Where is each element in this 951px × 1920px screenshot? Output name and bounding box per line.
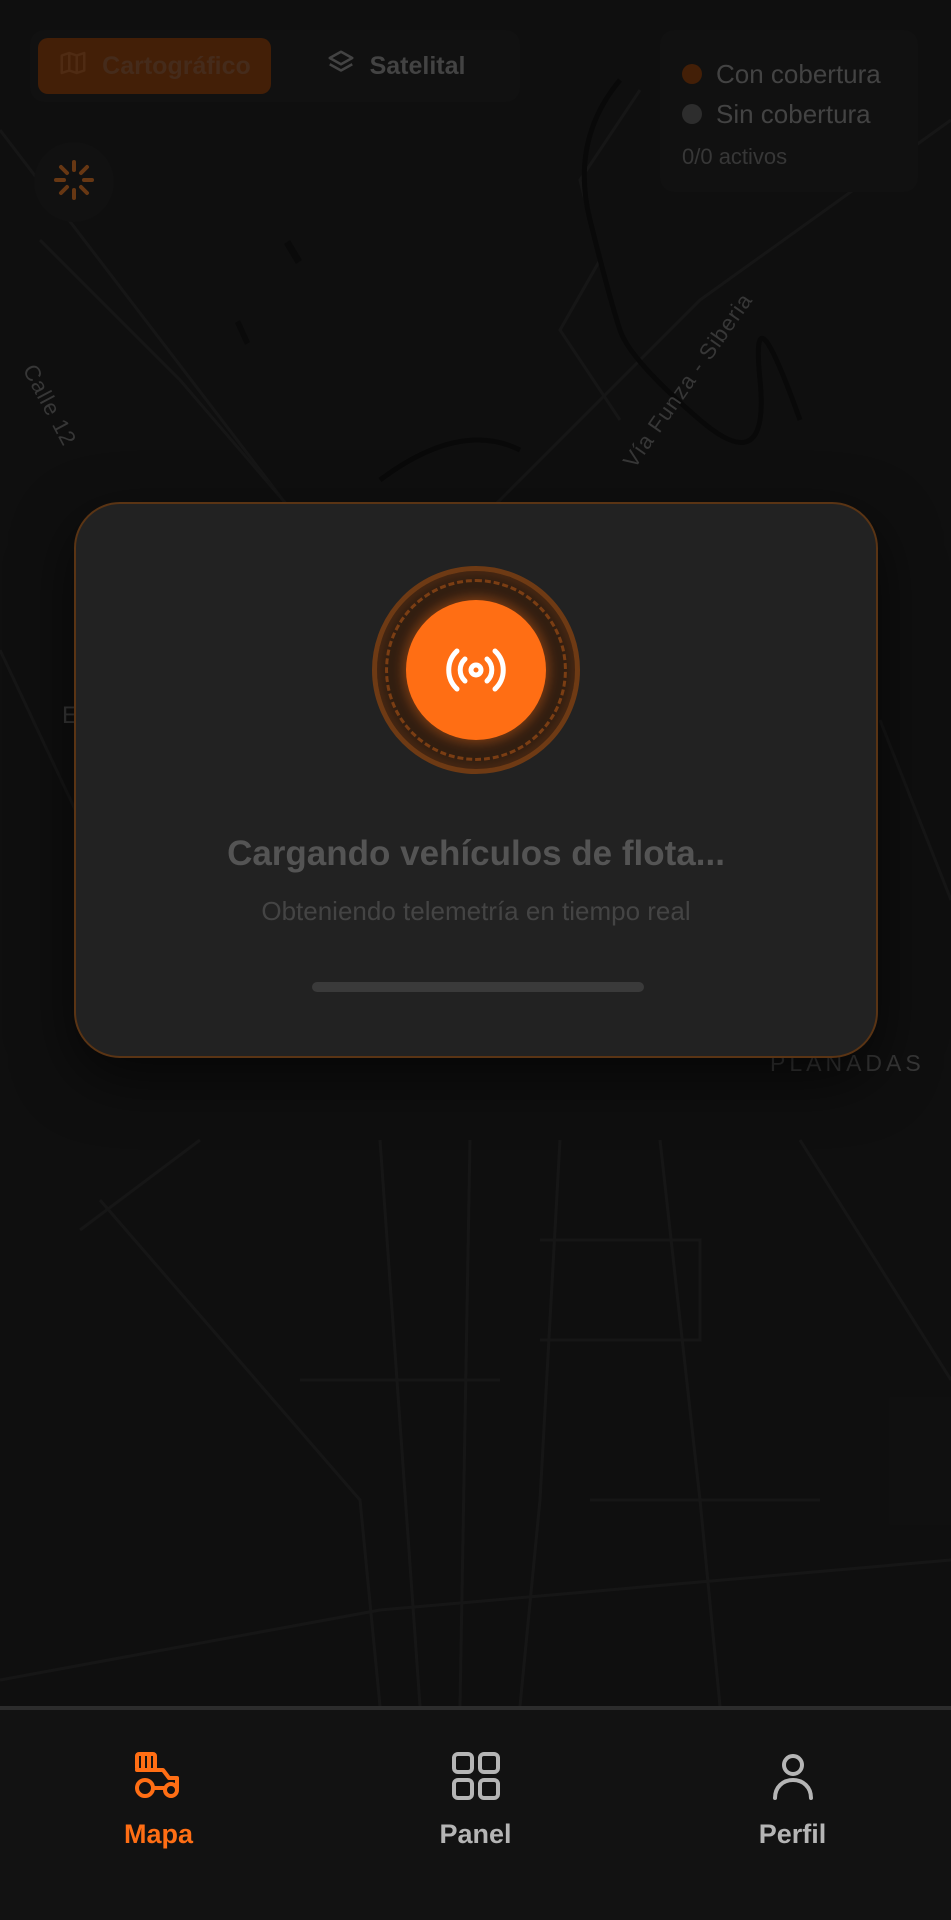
broadcast-icon: [406, 600, 546, 740]
nav-item-panel[interactable]: Panel: [317, 1710, 634, 1920]
loading-title: Cargando vehículos de flota...: [227, 834, 725, 873]
loading-modal: Cargando vehículos de flota... Obteniend…: [74, 502, 878, 1058]
grid-icon: [448, 1748, 504, 1809]
tractor-icon: [131, 1748, 187, 1809]
nav-label-panel: Panel: [439, 1819, 512, 1849]
loading-subtitle: Obteniendo telemetría en tiempo real: [261, 896, 691, 926]
nav-item-perfil[interactable]: Perfil: [634, 1710, 951, 1920]
loading-progress-bar: [312, 982, 644, 992]
nav-label-mapa: Mapa: [123, 1819, 194, 1849]
nav-item-mapa[interactable]: Mapa: [0, 1710, 317, 1920]
nav-label-perfil: Perfil: [758, 1819, 827, 1849]
bottom-navigation: Mapa Panel Perfil: [0, 1706, 951, 1920]
user-icon: [765, 1748, 821, 1809]
